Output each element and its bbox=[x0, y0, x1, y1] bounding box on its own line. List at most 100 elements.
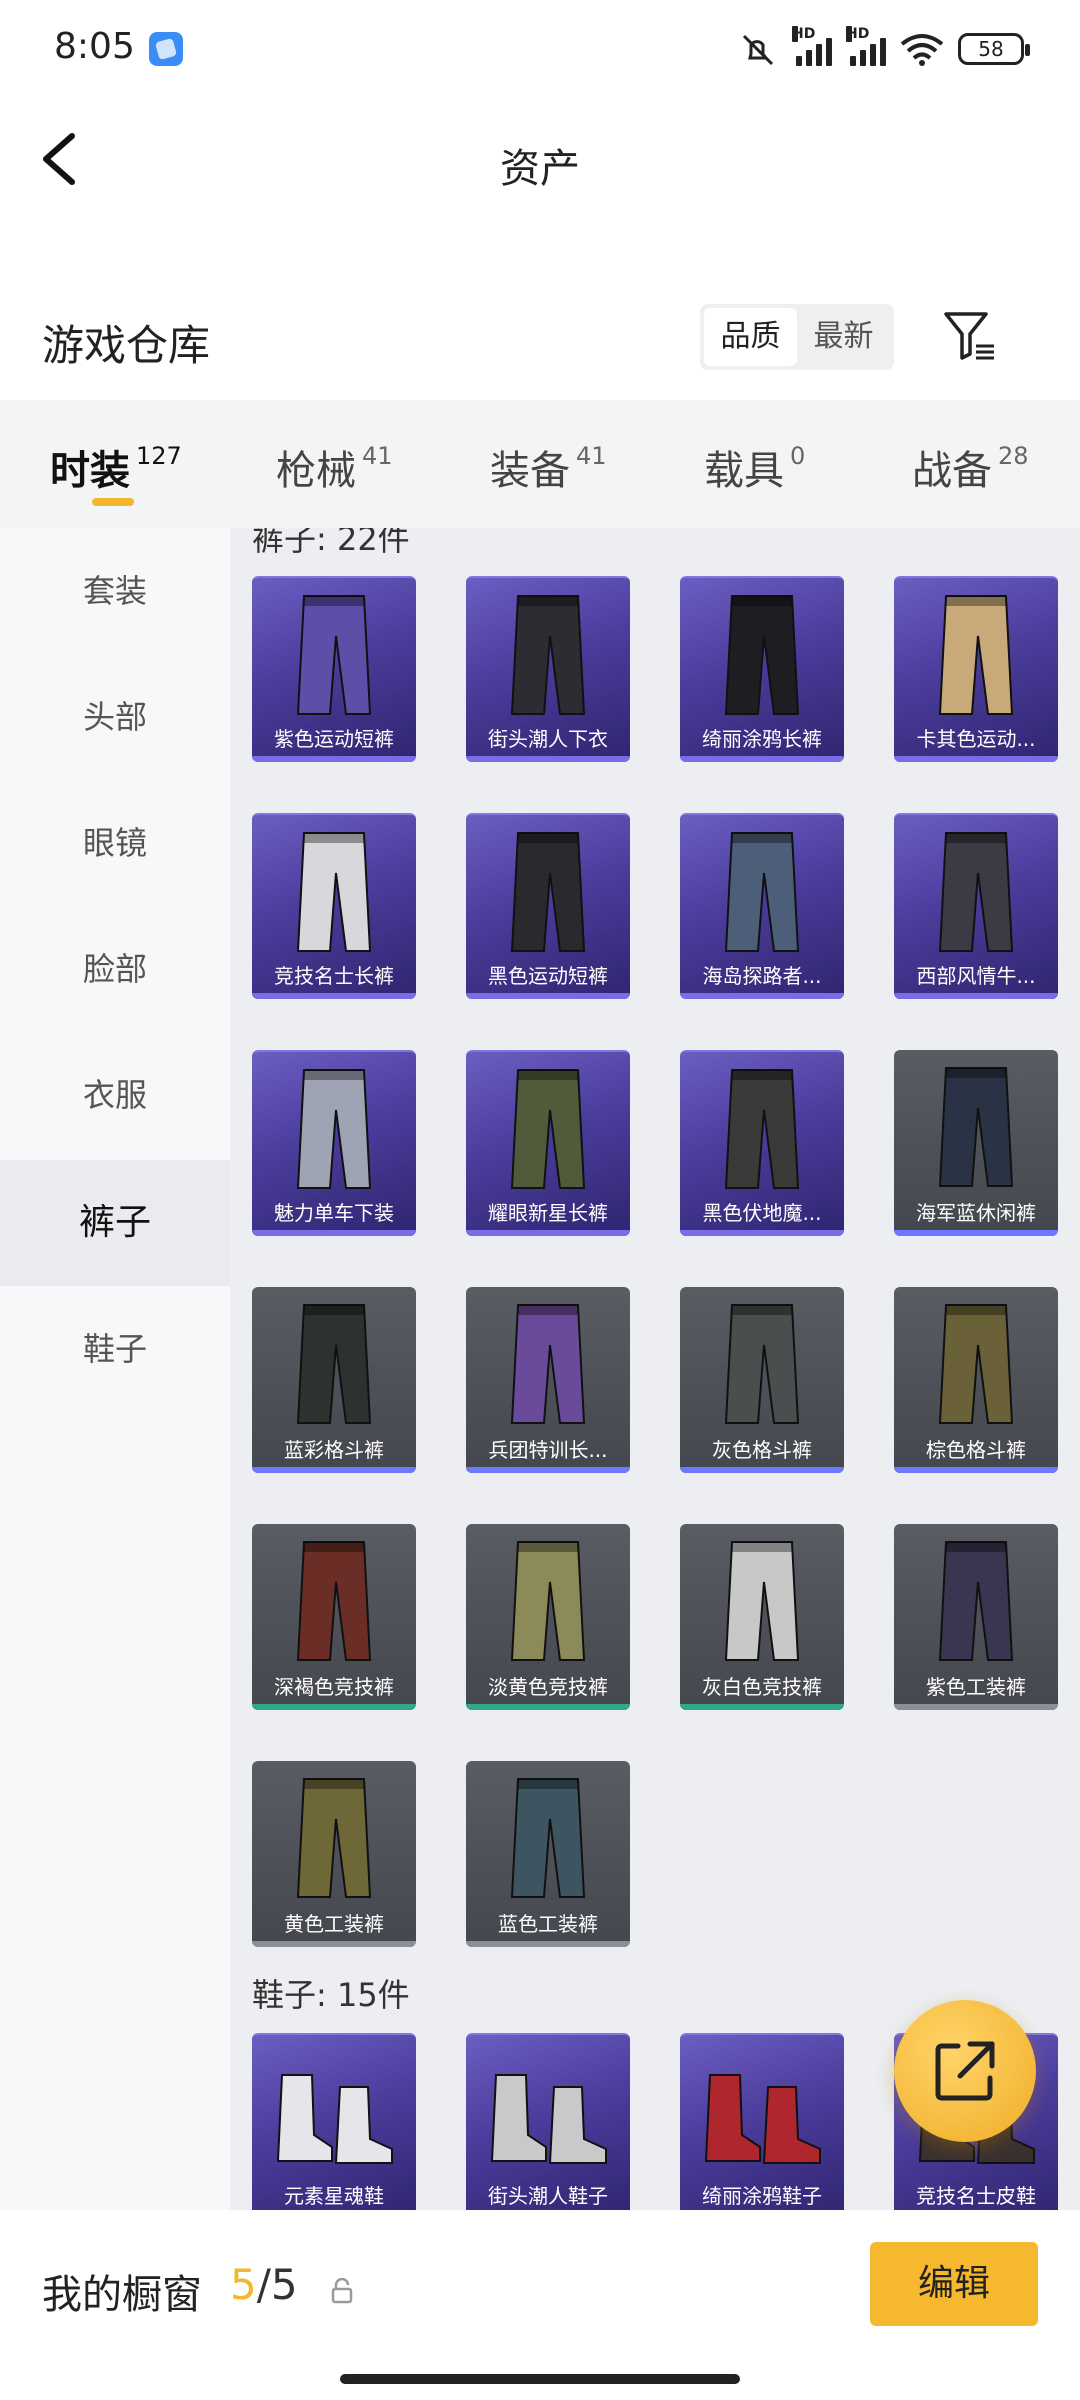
showcase-total: 5 bbox=[270, 2260, 298, 2309]
item-card[interactable]: 街头潮人鞋子 bbox=[466, 2033, 630, 2210]
item-card[interactable]: 西部风情牛... bbox=[894, 813, 1058, 999]
tab-count: 41 bbox=[362, 442, 393, 470]
item-name: 元素星魂鞋 bbox=[284, 2184, 384, 2208]
pants-image bbox=[938, 1541, 1014, 1661]
group-label-shoes: 鞋子: 15件 bbox=[252, 1976, 410, 2014]
lock-icon bbox=[331, 2278, 353, 2304]
item-card[interactable]: 绮丽涂鸦鞋子 bbox=[680, 2033, 844, 2210]
item-card[interactable]: 黑色运动短裤 bbox=[466, 813, 630, 999]
item-name: 蓝色工装裤 bbox=[498, 1912, 598, 1936]
item-name: 灰白色竞技裤 bbox=[702, 1675, 822, 1699]
pants-image bbox=[296, 1069, 372, 1189]
item-card[interactable]: 兵团特训长... bbox=[466, 1287, 630, 1473]
item-name: 竞技名士皮鞋 bbox=[916, 2184, 1036, 2208]
item-name: 淡黄色竞技裤 bbox=[488, 1675, 608, 1699]
subnav-item-shoes[interactable]: 鞋子 bbox=[0, 1286, 230, 1412]
rarity-bar bbox=[252, 1230, 416, 1236]
subcategory-nav: 套装 头部 眼镜 脸部 衣服 裤子 鞋子 bbox=[0, 528, 230, 2210]
group-label-pants: 裤子: 22件 bbox=[252, 528, 410, 558]
pants-image bbox=[938, 1304, 1014, 1424]
signal-icon: HD bbox=[792, 26, 832, 66]
item-card[interactable]: 蓝色工装裤 bbox=[466, 1761, 630, 1947]
item-card[interactable]: 淡黄色竞技裤 bbox=[466, 1524, 630, 1710]
showcase-label: 我的橱窗 bbox=[42, 2272, 202, 2318]
item-card[interactable]: 卡其色运动... bbox=[894, 576, 1058, 762]
pants-image bbox=[296, 595, 372, 715]
item-card[interactable]: 紫色工装裤 bbox=[894, 1524, 1058, 1710]
item-card[interactable]: 黄色工装裤 bbox=[252, 1761, 416, 1947]
item-name: 卡其色运动... bbox=[916, 727, 1036, 751]
subnav-item-outfits[interactable]: 套装 bbox=[0, 528, 230, 654]
item-name: 魅力单车下装 bbox=[274, 1201, 394, 1225]
item-card[interactable]: 蓝彩格斗裤 bbox=[252, 1287, 416, 1473]
tab-vehicles[interactable]: 载具 0 bbox=[704, 438, 805, 496]
rarity-bar bbox=[466, 1230, 630, 1236]
rarity-bar bbox=[466, 756, 630, 762]
item-card[interactable]: 魅力单车下装 bbox=[252, 1050, 416, 1236]
showcase-current: 5 bbox=[230, 2260, 257, 2309]
edit-button[interactable]: 编辑 bbox=[870, 2242, 1038, 2326]
filter-icon bbox=[944, 312, 994, 360]
item-card[interactable]: 灰色格斗裤 bbox=[680, 1287, 844, 1473]
wifi-icon bbox=[900, 34, 944, 66]
sort-quality-button[interactable]: 品质 bbox=[704, 308, 797, 366]
item-card[interactable]: 紫色运动短裤 bbox=[252, 576, 416, 762]
pants-image bbox=[510, 832, 586, 952]
item-card[interactable]: 绮丽涂鸦长裤 bbox=[680, 576, 844, 762]
status-time: 8:05 bbox=[54, 26, 135, 67]
pants-image bbox=[724, 1541, 800, 1661]
item-name: 棕色格斗裤 bbox=[926, 1438, 1026, 1462]
item-name: 耀眼新星长裤 bbox=[488, 1201, 608, 1225]
sort-newest-button[interactable]: 最新 bbox=[797, 308, 890, 366]
share-button[interactable] bbox=[894, 2000, 1036, 2142]
app-notification-icon bbox=[149, 32, 183, 66]
item-name: 兵团特训长... bbox=[488, 1438, 608, 1462]
pants-image bbox=[296, 1541, 372, 1661]
subnav-item-glasses[interactable]: 眼镜 bbox=[0, 780, 230, 906]
rarity-bar bbox=[252, 756, 416, 762]
rarity-bar bbox=[680, 1704, 844, 1710]
section-title: 游戏仓库 bbox=[42, 321, 211, 370]
rarity-bar bbox=[252, 993, 416, 999]
rarity-bar bbox=[680, 756, 844, 762]
item-card[interactable]: 灰白色竞技裤 bbox=[680, 1524, 844, 1710]
item-grid: 裤子: 22件 鞋子: 15件 紫色运动短裤 街头潮人下衣 绮丽涂鸦长裤 卡其色运动.… bbox=[230, 528, 1080, 2210]
item-card[interactable]: 海军蓝休闲裤 bbox=[894, 1050, 1058, 1236]
signal-icon-2: HD bbox=[846, 26, 886, 66]
item-card[interactable]: 深褐色竞技裤 bbox=[252, 1524, 416, 1710]
subnav-item-head[interactable]: 头部 bbox=[0, 654, 230, 780]
rarity-bar bbox=[894, 1467, 1058, 1473]
item-card[interactable]: 元素星魂鞋 bbox=[252, 2033, 416, 2210]
rarity-bar bbox=[680, 1467, 844, 1473]
mute-icon bbox=[742, 34, 774, 66]
page-title: 资产 bbox=[500, 146, 580, 192]
item-name: 街头潮人鞋子 bbox=[488, 2184, 608, 2208]
tab-supplies[interactable]: 战备 28 bbox=[912, 438, 1029, 496]
item-name: 深褐色竞技裤 bbox=[274, 1675, 394, 1699]
item-card[interactable]: 竞技名士长裤 bbox=[252, 813, 416, 999]
subnav-item-pants[interactable]: 裤子 bbox=[0, 1160, 230, 1286]
item-card[interactable]: 黑色伏地魔... bbox=[680, 1050, 844, 1236]
tab-label: 枪械 bbox=[276, 448, 356, 494]
rarity-bar bbox=[466, 1941, 630, 1947]
tab-count: 127 bbox=[136, 442, 182, 470]
tab-count: 28 bbox=[998, 442, 1029, 470]
filter-button[interactable] bbox=[940, 306, 1000, 366]
status-bar: 8:05 HD HD 58 bbox=[0, 0, 1080, 96]
tab-count: 41 bbox=[576, 442, 607, 470]
item-name: 黑色运动短裤 bbox=[488, 964, 608, 988]
item-card[interactable]: 棕色格斗裤 bbox=[894, 1287, 1058, 1473]
tab-fashion[interactable]: 时装 127 bbox=[50, 438, 182, 496]
item-card[interactable]: 耀眼新星长裤 bbox=[466, 1050, 630, 1236]
pants-image bbox=[296, 1304, 372, 1424]
tab-weapons[interactable]: 枪械 41 bbox=[276, 438, 393, 496]
pants-image bbox=[938, 1067, 1014, 1187]
pants-image bbox=[938, 832, 1014, 952]
item-card[interactable]: 街头潮人下衣 bbox=[466, 576, 630, 762]
tab-equipment[interactable]: 装备 41 bbox=[490, 438, 607, 496]
subnav-item-face[interactable]: 脸部 bbox=[0, 906, 230, 1032]
subnav-item-clothes[interactable]: 衣服 bbox=[0, 1032, 230, 1158]
pants-image bbox=[296, 832, 372, 952]
item-card[interactable]: 海岛探路者... bbox=[680, 813, 844, 999]
rarity-bar bbox=[252, 1941, 416, 1947]
